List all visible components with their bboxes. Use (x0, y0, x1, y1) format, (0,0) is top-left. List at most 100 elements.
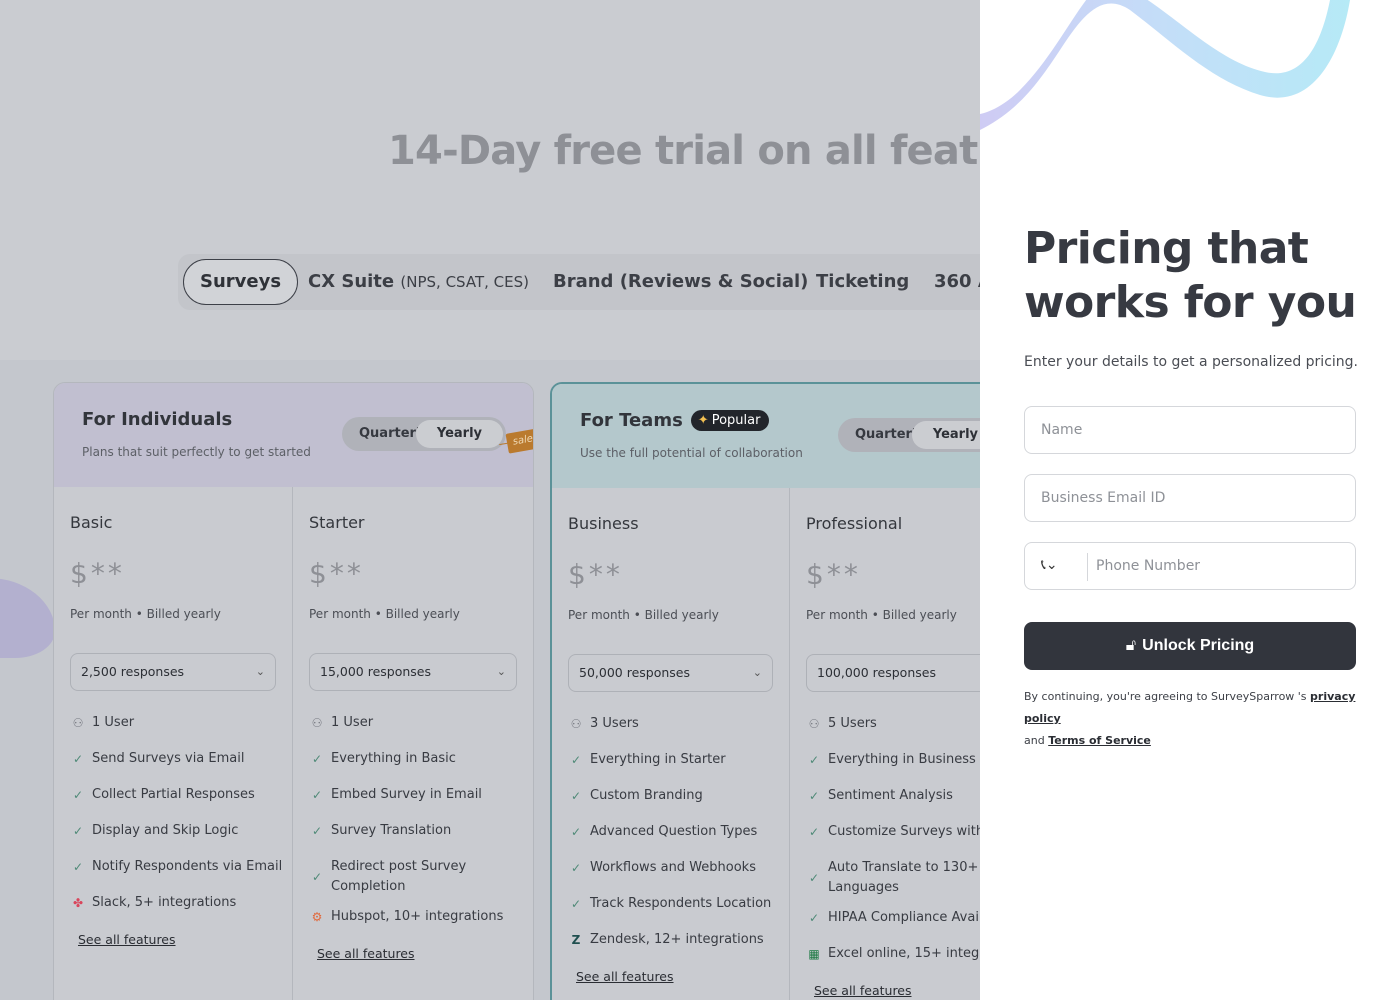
feature-text: Slack, 5+ integrations (92, 895, 237, 910)
feature-text: Notify Respondents via Email (92, 859, 283, 874)
hubspot-icon: ⚙ (311, 910, 323, 924)
feature-integrations: ✤ Slack, 5+ integrations (70, 893, 290, 913)
see-all-features-link[interactable]: See all features (78, 932, 176, 947)
feature-integrations: ⚙ Hubspot, 10+ integrations (309, 907, 529, 927)
card-subtitle: Plans that suit perfectly to get started (82, 445, 311, 459)
card-title-text: For Teams (580, 410, 683, 431)
feature-item: ✓ Send Surveys via Email (70, 749, 290, 769)
check-icon: ✓ (72, 824, 84, 838)
plan-price: $** (568, 558, 623, 591)
feature-text: 5 Users (828, 716, 877, 731)
hero-title: 14-Day free trial on all features (388, 128, 980, 174)
feature-text: Track Respondents Location (590, 896, 772, 911)
feature-text: Collect Partial Responses (92, 787, 255, 802)
feature-item: ✓ Embed Survey in Email (309, 785, 529, 805)
plan-name: Business (568, 514, 639, 533)
legal-and: and (1024, 734, 1045, 747)
select-value: 2,500 responses (81, 664, 185, 679)
feature-text: HIPAA Compliance Avail (828, 910, 980, 925)
feature-integrations: ▦ Excel online, 15+ integrat (806, 944, 980, 964)
legal-text: By continuing, you're agreeing to Survey… (1024, 686, 1364, 752)
unlock-pricing-button[interactable]: 🔓︎ Unlock Pricing (1024, 622, 1356, 670)
tab-ticketing[interactable]: Ticketing (816, 254, 909, 310)
plan-price: $** (309, 557, 364, 590)
responses-select[interactable]: 100,000 responses ⌄ (806, 654, 980, 692)
badge-label: Popular (711, 413, 761, 428)
check-icon: ✓ (808, 789, 820, 803)
card-header: For Teams ✦ Popular Use the full potential… (552, 384, 980, 488)
card-title: For Teams ✦ Popular (580, 410, 770, 431)
card-header: For Individuals Plans that suit perfectl… (54, 383, 533, 487)
check-icon: ✓ (808, 911, 820, 925)
feature-text: Embed Survey in Email (331, 787, 482, 802)
feature-item: ✓ Sentiment Analysis (806, 786, 980, 806)
feature-text: Hubspot, 10+ integrations (331, 909, 504, 924)
feature-text: Custom Branding (590, 788, 703, 803)
check-icon: ✓ (808, 825, 820, 839)
chevron-down-icon: ⌄ (752, 666, 762, 679)
plan-column-business: Business $** Per month • Billed yearly 5… (552, 488, 789, 1000)
popular-badge: ✦ Popular (690, 410, 770, 431)
see-all-features-link[interactable]: See all features (814, 983, 912, 998)
billing-toggle[interactable]: Quarterly Yearly (838, 418, 980, 452)
individuals-card: For Individuals Plans that suit perfectl… (53, 382, 534, 1000)
feature-text: Advanced Question Types (590, 824, 758, 839)
users-icon: ⚇ (72, 716, 84, 730)
feature-list: ⚇ 1 User ✓ Everything in Basic ✓ Embed Surv… (309, 713, 529, 962)
toggle-yearly[interactable]: Yearly (911, 421, 980, 449)
check-icon: ✓ (570, 861, 582, 875)
check-icon: ✓ (311, 752, 323, 766)
feature-item: ✓ Notify Respondents via Email (70, 857, 290, 877)
feature-item: ✓ Display and Skip Logic (70, 821, 290, 841)
feature-list: ⚇ 3 Users ✓ Everything in Starter ✓ Custom … (568, 714, 788, 985)
decorative-wave (980, 0, 1350, 130)
feature-item: ✓ Everything in Basic (309, 749, 529, 769)
feature-text: Survey Translation (331, 823, 452, 838)
panel-subtitle: Enter your details to get a personalized… (1024, 354, 1358, 370)
tab-360[interactable]: 360 A (934, 254, 980, 310)
plan-column-basic: Basic $** Per month • Billed yearly 2,50… (54, 487, 292, 1000)
feature-item: ✓ HIPAA Compliance Avail (806, 908, 980, 928)
check-icon: ✓ (570, 789, 582, 803)
plan-price: $** (806, 558, 861, 591)
responses-select[interactable]: 50,000 responses ⌄ (568, 654, 773, 692)
check-icon: ✓ (808, 753, 820, 767)
feature-text: Redirect post Survey Completion (331, 859, 467, 894)
feature-users: ⚇ 1 User (309, 713, 529, 733)
name-field[interactable] (1024, 406, 1356, 454)
check-icon: ✓ (72, 752, 84, 766)
tab-surveys[interactable]: Surveys (183, 259, 299, 305)
excel-icon: ▦ (808, 947, 820, 961)
feature-text: Excel online, 15+ integrat (828, 946, 980, 961)
see-all-features-link[interactable]: See all features (317, 946, 415, 961)
tab-label: Surveys (200, 271, 282, 292)
feature-item: ✓ Everything in Business (806, 750, 980, 770)
terms-of-service-link[interactable]: Terms of Service (1048, 734, 1151, 747)
select-value: 50,000 responses (579, 665, 690, 680)
tab-cx-suite[interactable]: CX Suite (NPS, CSAT, CES) (308, 254, 529, 310)
billing-toggle[interactable]: Quarterly Yearly (342, 417, 506, 451)
tab-brand[interactable]: Brand (Reviews & Social) (553, 254, 808, 310)
phone-field[interactable] (1095, 547, 1345, 585)
responses-select[interactable]: 2,500 responses ⌄ (70, 653, 276, 691)
billing-note: Per month • Billed yearly (70, 607, 221, 621)
feature-item: ✓ Everything in Starter (568, 750, 788, 770)
tab-label: Brand (Reviews & Social) (553, 271, 809, 292)
email-field[interactable] (1024, 474, 1356, 522)
feature-item: ✓ Track Respondents Location (568, 894, 788, 914)
plan-name: Professional (806, 514, 903, 533)
tab-label: 360 A (934, 271, 980, 292)
feature-text: Auto Translate to 130+ Languages (828, 860, 979, 895)
select-value: 15,000 responses (320, 664, 431, 679)
button-label: Unlock Pricing (1142, 637, 1255, 654)
panel-title: Pricing that works for you (1024, 223, 1357, 328)
toggle-yearly[interactable]: Yearly (415, 420, 503, 448)
feature-text: Customize Surveys with (828, 824, 980, 839)
feature-item: ✓ Custom Branding (568, 786, 788, 806)
responses-select[interactable]: 15,000 responses ⌄ (309, 653, 517, 691)
globe-phone-icon[interactable]: 📞︎⌄ (1041, 557, 1058, 573)
see-all-features-link[interactable]: See all features (576, 969, 674, 984)
zendesk-icon: Z (571, 933, 581, 947)
plan-name: Basic (70, 513, 113, 532)
feature-text: 3 Users (590, 716, 639, 731)
